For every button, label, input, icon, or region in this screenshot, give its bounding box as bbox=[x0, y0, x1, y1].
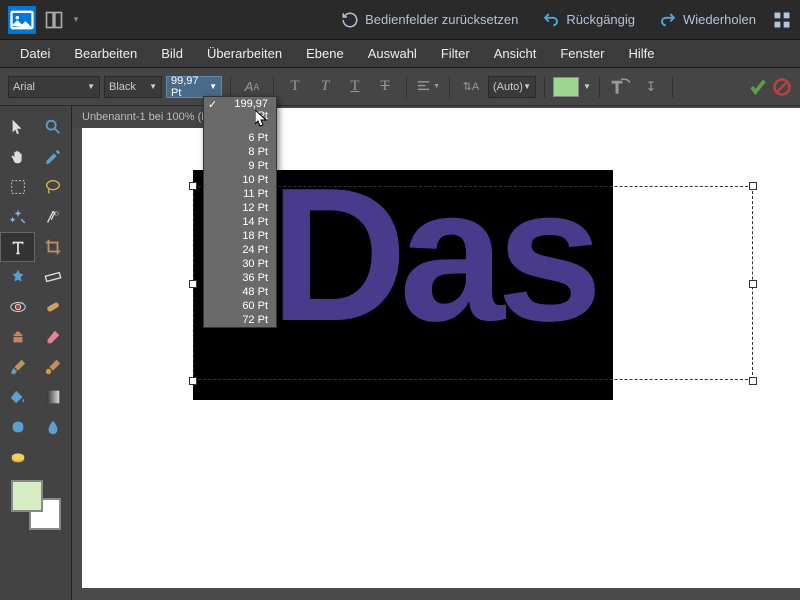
leading-combo[interactable]: (Auto)▼ bbox=[488, 76, 536, 98]
zoom-tool-icon[interactable] bbox=[36, 112, 71, 142]
redo-label: Wiederholen bbox=[683, 12, 756, 27]
handle-tr[interactable] bbox=[749, 182, 757, 190]
healing-tool-icon[interactable] bbox=[36, 292, 71, 322]
eyedropper-tool-icon[interactable] bbox=[36, 142, 71, 172]
font-style-value: Black bbox=[109, 81, 136, 93]
font-size-combo[interactable]: 99,97 Pt▼ bbox=[166, 76, 222, 98]
handle-mr[interactable] bbox=[749, 280, 757, 288]
dd-item[interactable]: 8 Pt bbox=[204, 145, 276, 159]
bold-icon[interactable]: T bbox=[282, 76, 308, 98]
menu-ebene[interactable]: Ebene bbox=[294, 40, 356, 67]
handle-tl[interactable] bbox=[189, 182, 197, 190]
font-size-dropdown[interactable]: ✓199,97 Pt 6 Pt 8 Pt 9 Pt 10 Pt 11 Pt 12… bbox=[203, 96, 277, 328]
handle-bl[interactable] bbox=[189, 377, 197, 385]
handle-br[interactable] bbox=[749, 377, 757, 385]
blur-tool-icon[interactable] bbox=[36, 412, 71, 442]
dd-item[interactable]: 6 Pt bbox=[204, 131, 276, 145]
cursor-icon bbox=[255, 110, 271, 130]
dd-item[interactable]: 9 Pt bbox=[204, 159, 276, 173]
font-style-combo[interactable]: Black▼ bbox=[104, 76, 162, 98]
menu-bild[interactable]: Bild bbox=[149, 40, 195, 67]
marquee-tool-icon[interactable] bbox=[0, 172, 35, 202]
text-orient-icon[interactable]: ↧ bbox=[638, 76, 664, 98]
font-family-value: Arial bbox=[13, 81, 35, 93]
gradient-tool-icon[interactable] bbox=[36, 382, 71, 412]
sponge-tool-icon[interactable] bbox=[0, 442, 35, 472]
redeye-tool-icon[interactable] bbox=[0, 292, 35, 322]
cancel-icon[interactable] bbox=[772, 77, 792, 97]
eraser-tool-icon[interactable] bbox=[36, 322, 71, 352]
redo-button[interactable]: Wiederholen bbox=[651, 7, 764, 33]
layout-icon[interactable] bbox=[44, 10, 64, 30]
empty-tool bbox=[36, 442, 71, 472]
dd-item[interactable]: 72 Pt bbox=[204, 313, 276, 327]
undo-button[interactable]: Rückgängig bbox=[534, 7, 643, 33]
undo-label: Rückgängig bbox=[566, 12, 635, 27]
color-swatches[interactable] bbox=[11, 480, 61, 530]
smart-brush-tool-icon[interactable] bbox=[36, 352, 71, 382]
reset-panels-label: Bedienfelder zurücksetzen bbox=[365, 12, 518, 27]
handle-ml[interactable] bbox=[189, 280, 197, 288]
app-icon[interactable] bbox=[8, 6, 36, 34]
menu-filter[interactable]: Filter bbox=[429, 40, 482, 67]
dd-item[interactable]: 60 Pt bbox=[204, 299, 276, 313]
magic-wand-tool-icon[interactable] bbox=[0, 202, 35, 232]
font-size-value: 99,97 Pt bbox=[171, 75, 209, 99]
anti-alias-icon[interactable]: AA bbox=[239, 76, 265, 98]
dd-item[interactable]: 18 Pt bbox=[204, 229, 276, 243]
panels-icon[interactable] bbox=[772, 10, 792, 30]
reset-panels-button[interactable]: Bedienfelder zurücksetzen bbox=[333, 7, 526, 33]
tools-panel: Unbenannt-1 bei 100% (R bbox=[0, 106, 72, 600]
dd-item[interactable]: 36 Pt bbox=[204, 271, 276, 285]
svg-text:T: T bbox=[612, 79, 622, 97]
dd-item[interactable]: 14 Pt bbox=[204, 215, 276, 229]
leading-icon[interactable]: ⇅A bbox=[458, 76, 484, 98]
menu-ansicht[interactable]: Ansicht bbox=[482, 40, 549, 67]
straighten-tool-icon[interactable] bbox=[36, 262, 71, 292]
menu-auswahl[interactable]: Auswahl bbox=[356, 40, 429, 67]
foreground-swatch[interactable] bbox=[11, 480, 43, 512]
menu-ueberarbeiten[interactable]: Überarbeiten bbox=[195, 40, 294, 67]
quick-select-tool-icon[interactable] bbox=[36, 202, 71, 232]
menu-bar: Datei Bearbeiten Bild Überarbeiten Ebene… bbox=[0, 40, 800, 68]
cookie-cutter-tool-icon[interactable] bbox=[0, 262, 35, 292]
menu-bearbeiten[interactable]: Bearbeiten bbox=[62, 40, 149, 67]
menu-fenster[interactable]: Fenster bbox=[548, 40, 616, 67]
top-bar: ▼ Bedienfelder zurücksetzen Rückgängig W… bbox=[0, 0, 800, 40]
lasso-tool-icon[interactable] bbox=[36, 172, 71, 202]
crop-tool-icon[interactable] bbox=[36, 232, 71, 262]
dd-item[interactable]: 30 Pt bbox=[204, 257, 276, 271]
strike-icon[interactable]: T bbox=[372, 76, 398, 98]
leading-value: (Auto) bbox=[493, 81, 523, 93]
font-family-combo[interactable]: Arial▼ bbox=[8, 76, 100, 98]
hand-tool-icon[interactable] bbox=[0, 142, 35, 172]
warp-text-icon[interactable]: T bbox=[608, 76, 634, 98]
dd-item[interactable]: 10 Pt bbox=[204, 173, 276, 187]
dd-item[interactable]: 24 Pt bbox=[204, 243, 276, 257]
dd-item[interactable]: 48 Pt bbox=[204, 285, 276, 299]
commit-icon[interactable] bbox=[748, 77, 768, 97]
dd-item[interactable]: 12 Pt bbox=[204, 201, 276, 215]
shape-tool-icon[interactable] bbox=[0, 412, 35, 442]
underline-icon[interactable]: T bbox=[342, 76, 368, 98]
dd-item[interactable]: 11 Pt bbox=[204, 187, 276, 201]
selection-bounds[interactable] bbox=[193, 186, 753, 380]
text-color-swatch[interactable] bbox=[553, 77, 579, 97]
move-tool-icon[interactable] bbox=[0, 112, 35, 142]
brush-tool-icon[interactable] bbox=[0, 352, 35, 382]
bucket-tool-icon[interactable] bbox=[0, 382, 35, 412]
options-bar: Arial▼ Black▼ 99,97 Pt▼ AA T T T T ▼ ⇅A … bbox=[0, 68, 800, 106]
align-icon[interactable]: ▼ bbox=[415, 76, 441, 98]
italic-icon[interactable]: T bbox=[312, 76, 338, 98]
type-tool-icon[interactable] bbox=[0, 232, 35, 262]
clone-tool-icon[interactable] bbox=[0, 322, 35, 352]
menu-datei[interactable]: Datei bbox=[8, 40, 62, 67]
menu-hilfe[interactable]: Hilfe bbox=[616, 40, 666, 67]
